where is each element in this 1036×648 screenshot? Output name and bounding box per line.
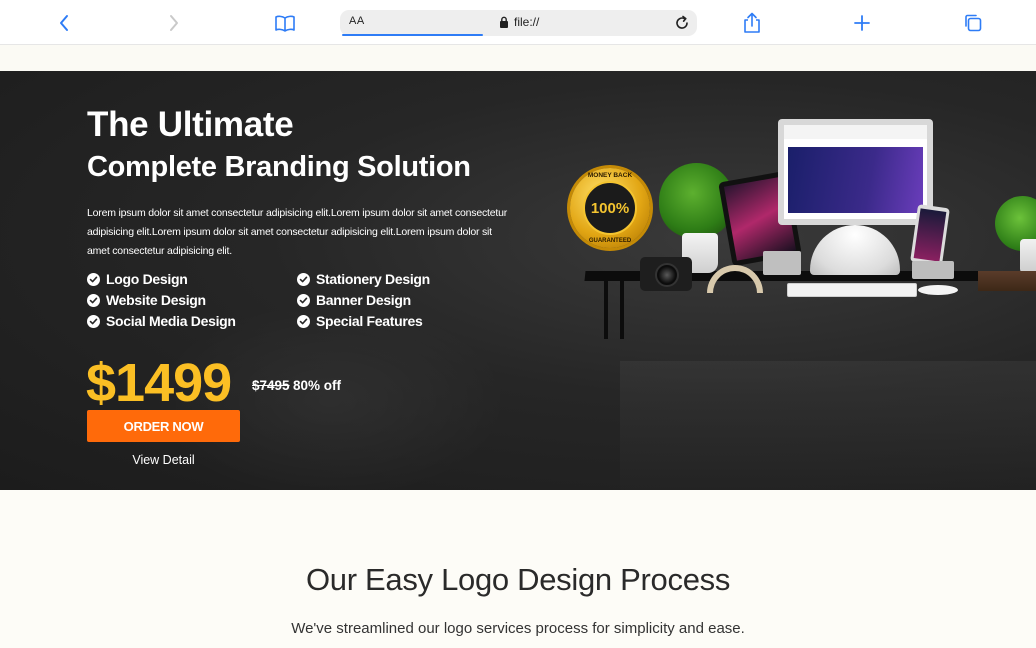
address-bar[interactable]: AA file:// — [340, 10, 697, 36]
feature-label: Special Features — [316, 313, 423, 329]
book-icon[interactable] — [272, 10, 298, 36]
badge-top-text: MONEY BACK — [587, 172, 633, 179]
process-section-title: Our Easy Logo Design Process — [305, 562, 731, 597]
hero-description: Lorem ipsum dolor sit amet consectetur a… — [87, 207, 508, 257]
share-icon[interactable] — [739, 10, 765, 36]
text-size-button[interactable]: AA — [349, 15, 365, 27]
feature-item: Stationery Design — [297, 269, 507, 289]
lock-icon — [500, 16, 508, 28]
check-circle-icon — [297, 293, 310, 307]
feature-item: Logo Design — [87, 269, 297, 289]
url-text[interactable]: file:// — [514, 15, 539, 29]
discount-label: 80% off — [293, 378, 342, 393]
money-back-badge: MONEY BACK 100% GUARANTEED — [570, 168, 650, 248]
check-circle-icon — [87, 293, 100, 307]
monitor-stand-illustration — [810, 225, 900, 275]
check-circle-icon — [87, 314, 100, 328]
badge-bottom-text: GUARANTEED — [588, 238, 632, 244]
page-top-spacer — [0, 45, 1036, 71]
desk-leg — [620, 279, 624, 339]
order-now-button[interactable]: ORDER NOW — [87, 410, 240, 442]
feature-label: Banner Design — [316, 292, 411, 308]
background-texture — [620, 361, 1036, 490]
phone-illustration — [910, 204, 950, 266]
desk-leg — [604, 279, 608, 339]
chevron-right-icon[interactable] — [161, 10, 187, 36]
hero-illustration: MONEY BACK 100% GUARANTEED — [560, 111, 1036, 371]
feature-item: Banner Design — [297, 290, 507, 310]
plant-pot-illustration — [1020, 239, 1036, 273]
monitor-illustration — [778, 119, 933, 225]
browser-toolbar: AA file:// — [0, 0, 1036, 45]
tabs-icon[interactable] — [960, 10, 986, 36]
badge-percent: 100% — [590, 199, 630, 217]
books-illustration — [978, 271, 1036, 291]
check-circle-icon — [297, 314, 310, 328]
feature-label: Website Design — [106, 292, 206, 308]
view-detail-link[interactable]: View Detail — [87, 453, 240, 467]
feature-item: Special Features — [297, 311, 507, 331]
feature-label: Social Media Design — [106, 313, 236, 329]
check-circle-icon — [297, 272, 310, 286]
camera-illustration — [640, 257, 692, 291]
process-section-subtitle: We've streamlined our logo services proc… — [291, 620, 745, 637]
hero-banner: The Ultimate Complete Branding Solution … — [0, 71, 1036, 490]
hero-title: The Ultimate — [87, 105, 294, 144]
mouse-illustration — [918, 285, 958, 295]
chevron-left-icon[interactable] — [51, 10, 77, 36]
feature-label: Stationery Design — [316, 271, 430, 287]
reload-icon[interactable] — [673, 14, 691, 32]
phone-stand-illustration — [912, 261, 954, 279]
feature-list: Logo Design Stationery Design Website De… — [87, 269, 507, 331]
tablet-stand-illustration — [763, 251, 801, 275]
keyboard-illustration — [787, 283, 917, 297]
plus-icon[interactable] — [849, 10, 875, 36]
hero-subtitle: Complete Branding Solution — [87, 151, 471, 183]
original-price: $7495 — [252, 378, 290, 393]
feature-item: Website Design — [87, 290, 297, 310]
current-price: $1499 — [86, 353, 232, 413]
page-load-progress — [342, 34, 483, 36]
check-circle-icon — [87, 272, 100, 286]
feature-item: Social Media Design — [87, 311, 297, 331]
feature-label: Logo Design — [106, 271, 188, 287]
